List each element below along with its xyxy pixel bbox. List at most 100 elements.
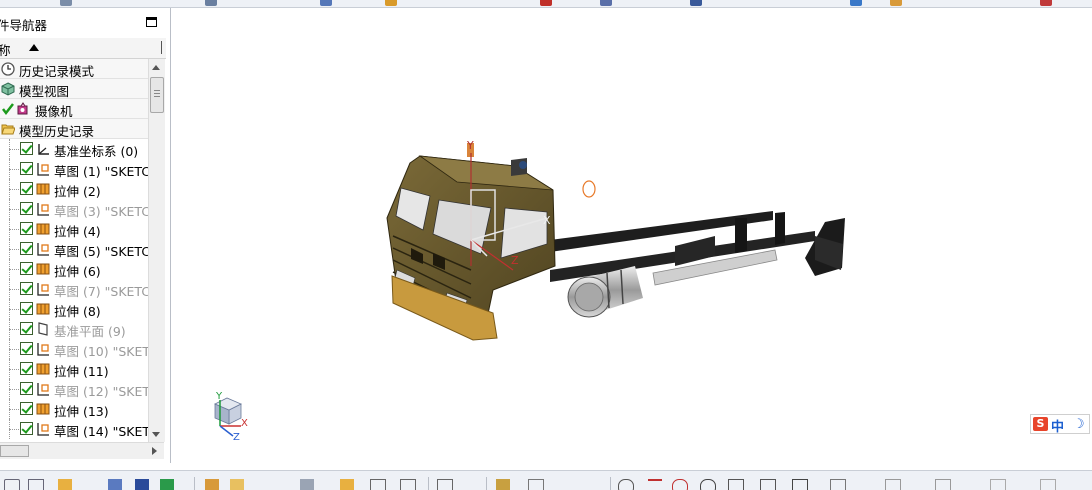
tree-item-label: 草图 (7) "SKETC...	[54, 284, 148, 299]
tree-item-datum-csys[interactable]: 基准坐标系 (0)	[0, 139, 148, 159]
visibility-checkbox[interactable]	[20, 282, 33, 295]
visibility-checkbox[interactable]	[20, 182, 33, 195]
scroll-thumb[interactable]	[150, 77, 164, 113]
tree-item-extrude-8[interactable]: 拉伸 (8)	[0, 299, 148, 319]
axis-label-z: Z	[511, 254, 519, 267]
tree-item-sketch-10[interactable]: 草图 (10) "SKET...	[0, 339, 148, 359]
toolbar-icon[interactable]	[205, 479, 219, 490]
clock-icon	[1, 62, 15, 76]
toolbar-icon[interactable]	[340, 479, 354, 490]
toolbar-icon[interactable]	[160, 479, 174, 490]
tree-item-label: 草图 (5) "SKETC...	[54, 244, 148, 259]
tree-item-extrude-6[interactable]: 拉伸 (6)	[0, 259, 148, 279]
toolbar-icon[interactable]	[850, 0, 862, 6]
sketch-icon	[37, 283, 49, 296]
toolbar-icon[interactable]	[230, 479, 244, 490]
tree-item-datum-plane-9[interactable]: 基准平面 (9)	[0, 319, 148, 339]
tree-item-cameras[interactable]: 摄像机	[0, 99, 148, 119]
visibility-checkbox[interactable]	[20, 362, 33, 375]
tree-item-sketch-14[interactable]: 草图 (14) "SKET...	[0, 419, 148, 439]
sort-ascending-icon[interactable]	[29, 44, 39, 51]
toolbar-icon[interactable]	[728, 479, 744, 490]
scroll-right-icon[interactable]	[152, 447, 157, 455]
triad-label-x: X	[241, 418, 248, 429]
toolbar-icon[interactable]	[4, 479, 20, 490]
toolbar-icon[interactable]	[618, 479, 634, 490]
tree-item-model-views[interactable]: 模型视图	[0, 79, 148, 99]
column-divider[interactable]	[161, 41, 162, 54]
scroll-up-icon[interactable]	[152, 65, 160, 70]
toolbar-icon[interactable]	[496, 479, 510, 490]
triad-label-z: Z	[233, 432, 240, 443]
toolbar-icon[interactable]	[600, 0, 612, 6]
sketch-icon	[37, 203, 49, 216]
scroll-thumb[interactable]	[0, 445, 29, 457]
chassis-frame[interactable]	[550, 211, 845, 286]
truck-model[interactable]: Y X Z Y X Z	[175, 8, 1092, 463]
toolbar-icon[interactable]	[792, 479, 808, 490]
toolbar-icon[interactable]	[648, 479, 662, 490]
toolbar-icon[interactable]	[28, 479, 44, 490]
toolbar-icon[interactable]	[205, 0, 217, 6]
tree-item-extrude-4[interactable]: 拉伸 (4)	[0, 219, 148, 239]
tree-item-sketch-3[interactable]: 草图 (3) "SKETC...	[0, 199, 148, 219]
visibility-checkbox[interactable]	[20, 262, 33, 275]
visibility-checkbox[interactable]	[20, 302, 33, 315]
toolbar-icon[interactable]	[400, 479, 416, 490]
toolbar-icon[interactable]	[60, 0, 72, 6]
view-triad[interactable]: Y X Z	[214, 391, 248, 443]
visibility-checkbox[interactable]	[20, 402, 33, 415]
toolbar-icon[interactable]	[830, 479, 846, 490]
column-header-name[interactable]: 称	[0, 38, 166, 59]
tree-item-label: 模型历史记录	[19, 124, 95, 139]
visibility-checkbox[interactable]	[20, 202, 33, 215]
visibility-checkbox[interactable]	[20, 342, 33, 355]
toolbar-icon[interactable]	[108, 479, 122, 490]
scroll-down-icon[interactable]	[152, 432, 160, 437]
visibility-checkbox[interactable]	[20, 162, 33, 175]
toolbar-icon[interactable]	[885, 479, 901, 490]
horizontal-scrollbar[interactable]	[0, 442, 164, 459]
visibility-checkbox[interactable]	[20, 422, 33, 435]
toolbar-icon[interactable]	[437, 479, 453, 490]
toolbar-icon[interactable]	[58, 479, 72, 490]
tree-item-model-history[interactable]: 模型历史记录	[0, 119, 148, 139]
toolbar-icon[interactable]	[320, 0, 332, 6]
tree-item-history-mode[interactable]: 历史记录模式	[0, 59, 148, 79]
ime-indicator[interactable]: S 中 ☽	[1030, 414, 1090, 435]
tree-item-extrude-11[interactable]: 拉伸 (11)	[0, 359, 148, 379]
graphics-viewport[interactable]: Y X Z Y X Z	[175, 8, 1092, 463]
toolbar-icon[interactable]	[700, 479, 716, 490]
toolbar-icon[interactable]	[528, 479, 544, 490]
moon-icon[interactable]: ☽	[1073, 417, 1085, 432]
visibility-checkbox[interactable]	[20, 142, 33, 155]
vertical-scrollbar[interactable]	[148, 59, 165, 442]
tree-item-sketch-5[interactable]: 草图 (5) "SKETC...	[0, 239, 148, 259]
toolbar-icon[interactable]	[1040, 479, 1056, 490]
ime-mode-label[interactable]: 中	[1051, 416, 1064, 435]
toolbar-icon[interactable]	[385, 0, 397, 6]
maximize-icon[interactable]	[146, 17, 157, 27]
toolbar-icon[interactable]	[540, 0, 552, 6]
toolbar-icon[interactable]	[672, 479, 688, 490]
toolbar-icon[interactable]	[760, 479, 776, 490]
visibility-checkbox[interactable]	[20, 242, 33, 255]
toolbar-icon[interactable]	[370, 479, 386, 490]
toolbar-icon[interactable]	[990, 479, 1006, 490]
selection-marker[interactable]	[582, 180, 596, 198]
toolbar-icon[interactable]	[135, 479, 149, 490]
visibility-checkbox[interactable]	[20, 322, 33, 335]
tree-item-sketch-12[interactable]: 草图 (12) "SKET...	[0, 379, 148, 399]
toolbar-icon[interactable]	[890, 0, 902, 6]
toolbar-icon[interactable]	[690, 0, 702, 6]
toolbar-icon[interactable]	[300, 479, 314, 490]
tree-item-sketch-7[interactable]: 草图 (7) "SKETC...	[0, 279, 148, 299]
visibility-checkbox[interactable]	[20, 222, 33, 235]
tree-item-extrude-2[interactable]: 拉伸 (2)	[0, 179, 148, 199]
tree-item-extrude-13[interactable]: 拉伸 (13)	[0, 399, 148, 419]
tree-item-sketch-1[interactable]: 草图 (1) "SKETC...	[0, 159, 148, 179]
tree-item-label: 拉伸 (4)	[54, 224, 101, 239]
visibility-checkbox[interactable]	[20, 382, 33, 395]
toolbar-icon[interactable]	[1040, 0, 1052, 6]
toolbar-icon[interactable]	[935, 479, 951, 490]
